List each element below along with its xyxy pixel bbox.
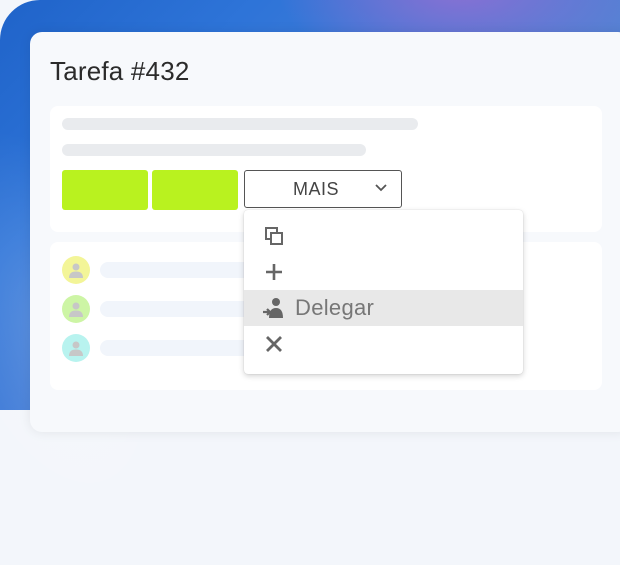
plus-icon: [259, 262, 289, 282]
secondary-action-button[interactable]: [152, 170, 238, 210]
more-button-label: MAIS: [292, 178, 339, 199]
menu-item-delegate[interactable]: Delegar: [244, 290, 523, 326]
more-dropdown-menu: Delegar: [244, 210, 523, 374]
menu-item-copy[interactable]: [244, 218, 523, 254]
menu-item-label: Delegar: [295, 295, 375, 320]
placeholder-line: [62, 144, 366, 156]
placeholder-line: [100, 340, 260, 356]
avatar: [62, 256, 90, 284]
close-icon: [259, 335, 289, 353]
more-dropdown-button[interactable]: MAIS: [244, 170, 402, 208]
placeholder-line: [62, 118, 418, 130]
page-title: Tarefa #432: [50, 56, 190, 86]
user-icon: [69, 302, 83, 317]
menu-item-cancel[interactable]: [244, 326, 523, 362]
user-icon: [69, 263, 83, 278]
user-icon: [69, 341, 83, 356]
primary-action-button[interactable]: [62, 170, 148, 210]
delegate-icon: [259, 297, 289, 319]
placeholder-line: [100, 301, 260, 317]
chevron-down-icon: [375, 184, 387, 192]
placeholder-line: [100, 262, 260, 278]
avatar: [62, 334, 90, 362]
menu-item-add[interactable]: [244, 254, 523, 290]
avatar: [62, 295, 90, 323]
copy-icon: [259, 226, 289, 246]
